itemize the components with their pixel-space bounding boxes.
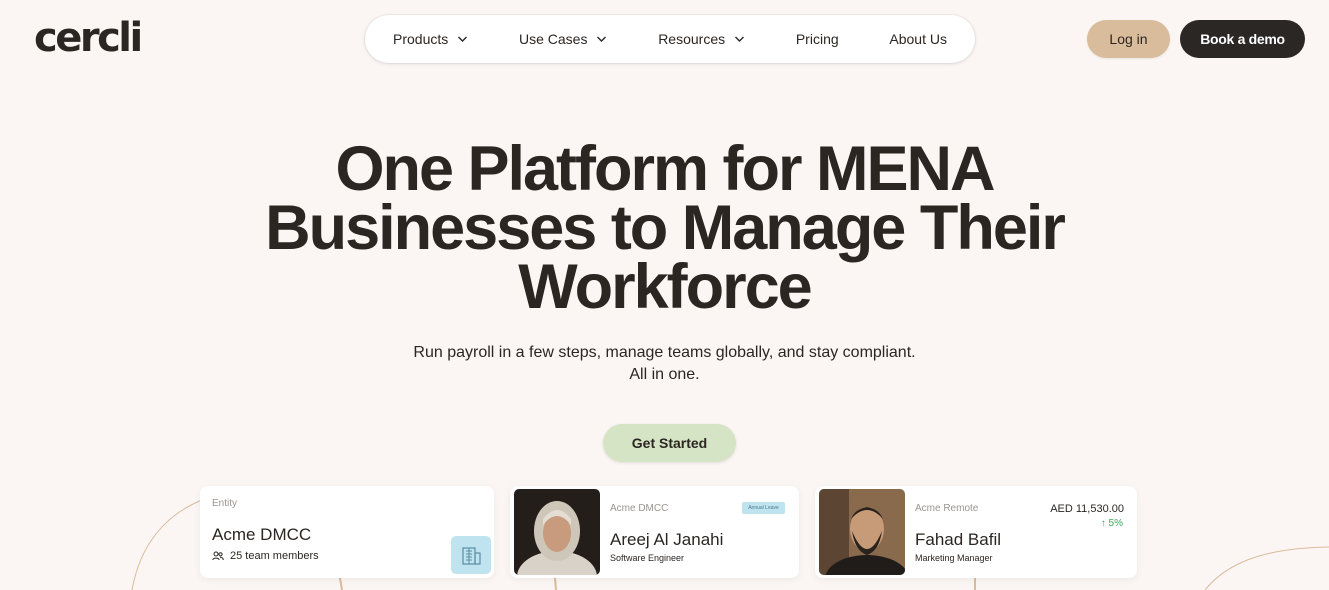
- hero-subtitle: Run payroll in a few steps, manage teams…: [300, 342, 1029, 386]
- salary-amount: AED 11,530.00: [1050, 503, 1124, 515]
- chevron-down-icon: [735, 36, 745, 42]
- nav-resources[interactable]: Resources: [658, 31, 745, 47]
- book-demo-button[interactable]: Book a demo: [1180, 20, 1305, 58]
- chevron-down-icon: [458, 36, 468, 42]
- salary-change-value: 5%: [1108, 518, 1123, 529]
- hero-subtitle-line: All in one.: [629, 366, 700, 383]
- chevron-down-icon: [597, 36, 607, 42]
- nav-use-cases-label: Use Cases: [518, 31, 588, 47]
- entity-card: Entity Acme DMCC 25 team members: [200, 486, 494, 578]
- main-nav: Products Use Cases Resources Pricing Abo…: [365, 15, 975, 63]
- hero-title: One Platform for MENA Businesses to Mana…: [200, 134, 1129, 322]
- arrow-up-icon: ↑: [1100, 518, 1106, 529]
- nav-pricing[interactable]: Pricing: [796, 31, 839, 47]
- team-members: 25 team members: [212, 550, 319, 562]
- employee-card: Acme DMCC Annual Leave Areej Al Janahi S…: [510, 486, 799, 578]
- nav-use-cases[interactable]: Use Cases: [519, 31, 607, 47]
- employee-role: Software Engineer: [610, 553, 685, 563]
- users-icon: [212, 551, 224, 561]
- employee-photo: [819, 489, 905, 575]
- entity-label: Entity: [212, 498, 238, 509]
- nav-products[interactable]: Products: [393, 31, 468, 47]
- hero-subtitle-line: Run payroll in a few steps, manage teams…: [413, 344, 916, 361]
- nav-about-us-label: About Us: [889, 31, 947, 47]
- employee-photo: [514, 489, 600, 575]
- hero-title-line: One Platform for MENA: [335, 134, 995, 204]
- login-button[interactable]: Log in: [1087, 20, 1170, 58]
- building-icon: [451, 536, 491, 574]
- get-started-button[interactable]: Get Started: [603, 424, 736, 462]
- cercli-logo[interactable]: cercli: [34, 14, 143, 62]
- team-members-count: 25 team members: [230, 550, 319, 562]
- salary-change: ↑ 5%: [1101, 518, 1123, 529]
- employee-company: Acme Remote: [915, 503, 979, 514]
- hero-title-line: Workforce: [518, 252, 812, 322]
- employee-role: Marketing Manager: [915, 553, 993, 563]
- payroll-card: Acme Remote AED 11,530.00 ↑ 5% Fahad Baf…: [815, 486, 1137, 578]
- nav-pricing-label: Pricing: [795, 31, 839, 47]
- nav-about-us[interactable]: About Us: [889, 31, 947, 47]
- employee-name: Areej Al Janahi: [610, 530, 724, 549]
- entity-name: Acme DMCC: [212, 525, 312, 544]
- employee-name: Fahad Bafil: [915, 530, 1001, 549]
- leave-badge: Annual Leave: [742, 502, 785, 514]
- hero-title-line: Businesses to Manage Their: [265, 193, 1066, 263]
- nav-resources-label: Resources: [658, 31, 726, 47]
- employee-company: Acme DMCC: [610, 503, 669, 514]
- nav-products-label: Products: [393, 31, 449, 47]
